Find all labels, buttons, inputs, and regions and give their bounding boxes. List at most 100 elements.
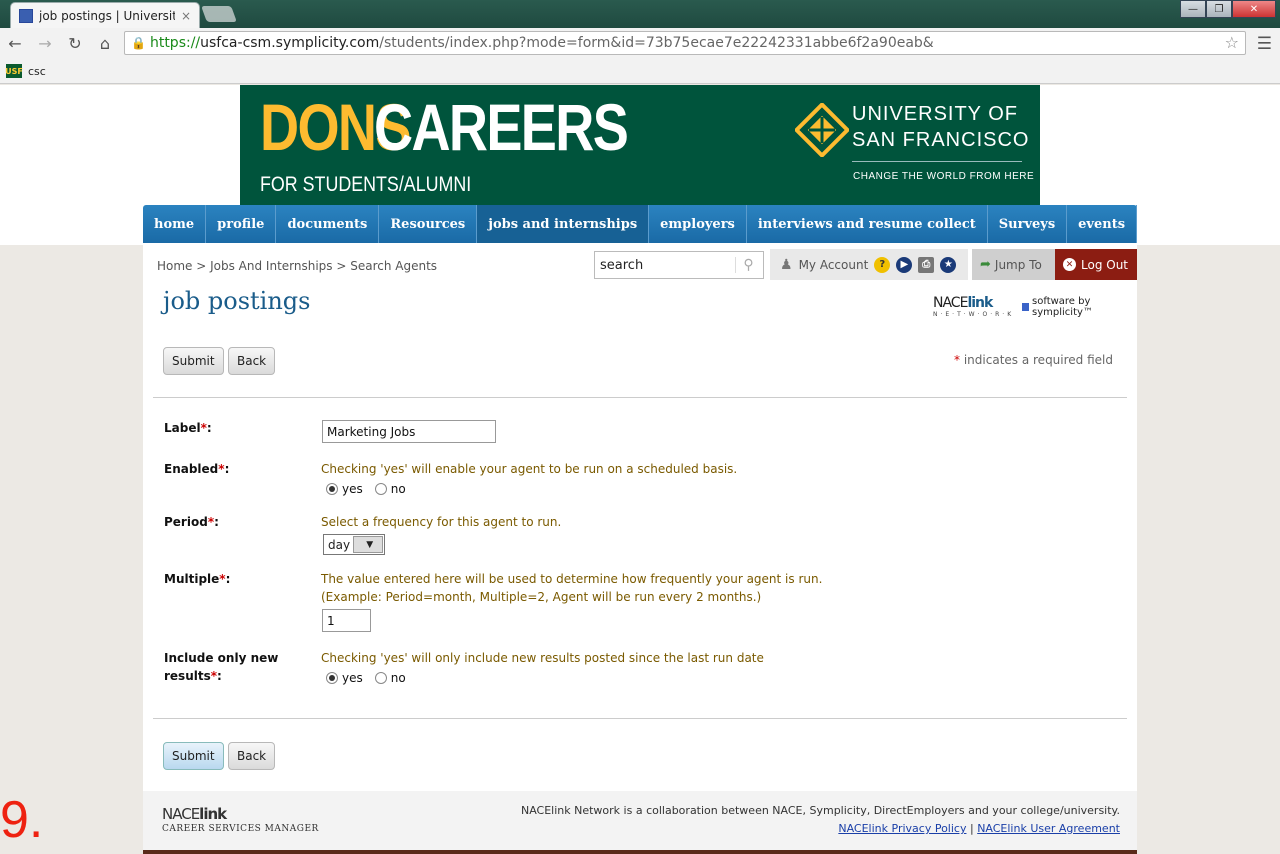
nacelink-word: NACElink <box>933 295 993 311</box>
lock-icon: 🔒 <box>131 36 146 50</box>
nav-interviews[interactable]: interviews and resume collect <box>747 205 988 243</box>
site-banner: DONS CAREERS FOR STUDENTS/ALUMNI UNIVERS… <box>240 85 1040 205</box>
nacelink-logo: NACElink N·E·T·W·O·R·K software by sympl… <box>933 295 1137 318</box>
main-navigation: home profile documents Resources jobs an… <box>143 205 1211 243</box>
privacy-policy-link[interactable]: NACElink Privacy Policy <box>838 822 966 835</box>
nav-profile[interactable]: profile <box>206 205 277 243</box>
jump-to-label: Jump To <box>994 257 1042 272</box>
university-tagline: CHANGE THE WORLD FROM HERE <box>853 171 1035 182</box>
play-icon[interactable]: ▶ <box>896 256 913 273</box>
multiple-input[interactable]: 1 <box>322 609 371 632</box>
usf-logo-icon <box>795 103 849 157</box>
brand-careers: CAREERS <box>374 90 629 164</box>
help-icon[interactable]: ? <box>874 256 891 273</box>
bookmarks-bar: USF csc <box>0 59 1280 84</box>
banner-divider <box>852 161 1022 162</box>
enabled-no-radio[interactable] <box>374 483 387 495</box>
nav-employers[interactable]: employers <box>649 205 747 243</box>
browser-tab[interactable]: job postings | University of × <box>10 2 200 28</box>
enabled-field-label: Enabled*: <box>164 462 230 476</box>
enabled-help: Checking 'yes' will enable your agent to… <box>321 462 738 476</box>
favicon-icon <box>19 8 33 23</box>
browser-menu-icon[interactable]: ☰ <box>1257 34 1272 54</box>
forward-arrow-icon[interactable]: → <box>30 34 60 53</box>
window-close-button[interactable]: ✕ <box>1232 0 1276 18</box>
my-account-link[interactable]: My Account <box>799 258 869 272</box>
minimize-button[interactable]: — <box>1180 0 1206 18</box>
nav-jobs-and-internships[interactable]: jobs and internships <box>477 205 650 243</box>
back-arrow-icon[interactable]: ← <box>0 34 30 53</box>
address-bar[interactable]: 🔒 https:// usfca-csm.symplicity.com /stu… <box>124 31 1246 55</box>
url-protocol: https:// <box>149 35 201 51</box>
browser-toolbar: ← → ↻ ⌂ 🔒 https:// usfca-csm.symplicity.… <box>0 28 1280 59</box>
enabled-yes-label: yes <box>342 482 363 496</box>
include-new-field-label: Include only new results*: <box>164 651 279 683</box>
jump-to-button[interactable]: ➦ Jump To <box>972 249 1055 280</box>
nav-resources[interactable]: Resources <box>379 205 478 243</box>
footer-csm-text: CAREER SERVICES MANAGER <box>162 824 319 834</box>
university-line1: UNIVERSITY OF <box>852 103 1018 125</box>
period-select[interactable]: day ▼ <box>323 534 385 555</box>
include-new-radio-group: yes no <box>326 671 406 685</box>
user-agreement-link[interactable]: NACElink User Agreement <box>977 822 1120 835</box>
log-out-label: Log Out <box>1081 257 1129 272</box>
print-icon[interactable]: ⎙ <box>918 256 935 273</box>
page-footer: NACElink CAREER SERVICES MANAGER NACElin… <box>143 791 1137 851</box>
nav-documents[interactable]: documents <box>276 205 380 243</box>
search-icon[interactable]: ⚲ <box>735 257 761 273</box>
enabled-yes-radio[interactable] <box>326 483 338 495</box>
window-controls: — ❐ ✕ <box>1180 0 1276 18</box>
url-path: /students/index.php?mode=form&id=73b75ec… <box>379 35 934 51</box>
bookmark-csc[interactable]: csc <box>28 65 46 78</box>
search-input[interactable] <box>595 253 735 277</box>
page-title: job postings <box>163 287 311 315</box>
nav-home[interactable]: home <box>143 205 207 243</box>
required-field-note: * indicates a required field <box>954 353 1113 367</box>
brand-subtitle: FOR STUDENTS/ALUMNI <box>260 173 472 196</box>
label-input[interactable]: Marketing Jobs <box>322 420 496 443</box>
accessibility-icon[interactable]: ★ <box>940 256 957 273</box>
multiple-example: (Example: Period=month, Multiple=2, Agen… <box>321 590 762 604</box>
footer-nacelink-logo: NACElink <box>162 805 227 823</box>
jump-to-icon: ➦ <box>980 257 991 272</box>
multiple-help: The value entered here will be used to d… <box>321 572 823 586</box>
include-new-no-label: no <box>390 671 406 685</box>
logout-x-icon: ✕ <box>1063 258 1076 271</box>
utility-bar: ♟ My Account ? ▶ ⎙ ★ <box>770 249 968 280</box>
period-select-value: day <box>328 537 351 552</box>
back-button-bottom[interactable]: Back <box>228 742 276 770</box>
nav-events[interactable]: events <box>1067 205 1138 243</box>
enabled-radio-group: yes no <box>326 482 406 496</box>
nav-calendar[interactable]: calendar <box>1137 205 1222 243</box>
breadcrumb: Home > Jobs And Internships > Search Age… <box>157 259 438 273</box>
usf-bookmark-icon: USF <box>5 64 23 78</box>
symplicity-credit: software by symplicity™ <box>1022 296 1137 318</box>
form-divider-top <box>153 397 1127 398</box>
footer-accent-bar <box>143 850 1137 854</box>
search-box: ⚲ <box>594 251 764 279</box>
label-field-label: Label*: <box>164 421 212 435</box>
include-new-no-radio[interactable] <box>374 672 387 684</box>
back-button-top[interactable]: Back <box>228 347 276 375</box>
multiple-field-label: Multiple*: <box>164 572 231 586</box>
main-content: Home > Jobs And Internships > Search Age… <box>143 245 1137 854</box>
submit-button-top[interactable]: Submit <box>163 347 224 375</box>
bookmark-star-icon[interactable]: ☆ <box>1225 33 1239 52</box>
maximize-button[interactable]: ❐ <box>1206 0 1232 18</box>
nacelink-network-text: N·E·T·W·O·R·K <box>933 311 1015 318</box>
nav-surveys[interactable]: Surveys <box>988 205 1068 243</box>
tab-title: job postings | University of <box>39 8 175 23</box>
include-new-yes-radio[interactable] <box>326 672 338 684</box>
include-new-help: Checking 'yes' will only include new res… <box>321 651 764 665</box>
tab-close-icon[interactable]: × <box>181 9 191 23</box>
include-new-yes-label: yes <box>342 671 363 685</box>
footer-separator: | <box>969 822 974 835</box>
university-line2: SAN FRANCISCO <box>852 129 1030 151</box>
reload-icon[interactable]: ↻ <box>60 34 90 53</box>
new-tab-button[interactable] <box>201 6 237 22</box>
submit-button-bottom[interactable]: Submit <box>163 742 224 770</box>
home-icon[interactable]: ⌂ <box>90 34 120 53</box>
symplicity-square-icon <box>1022 302 1030 311</box>
enabled-no-label: no <box>390 482 406 496</box>
log-out-button[interactable]: ✕ Log Out <box>1055 249 1137 280</box>
